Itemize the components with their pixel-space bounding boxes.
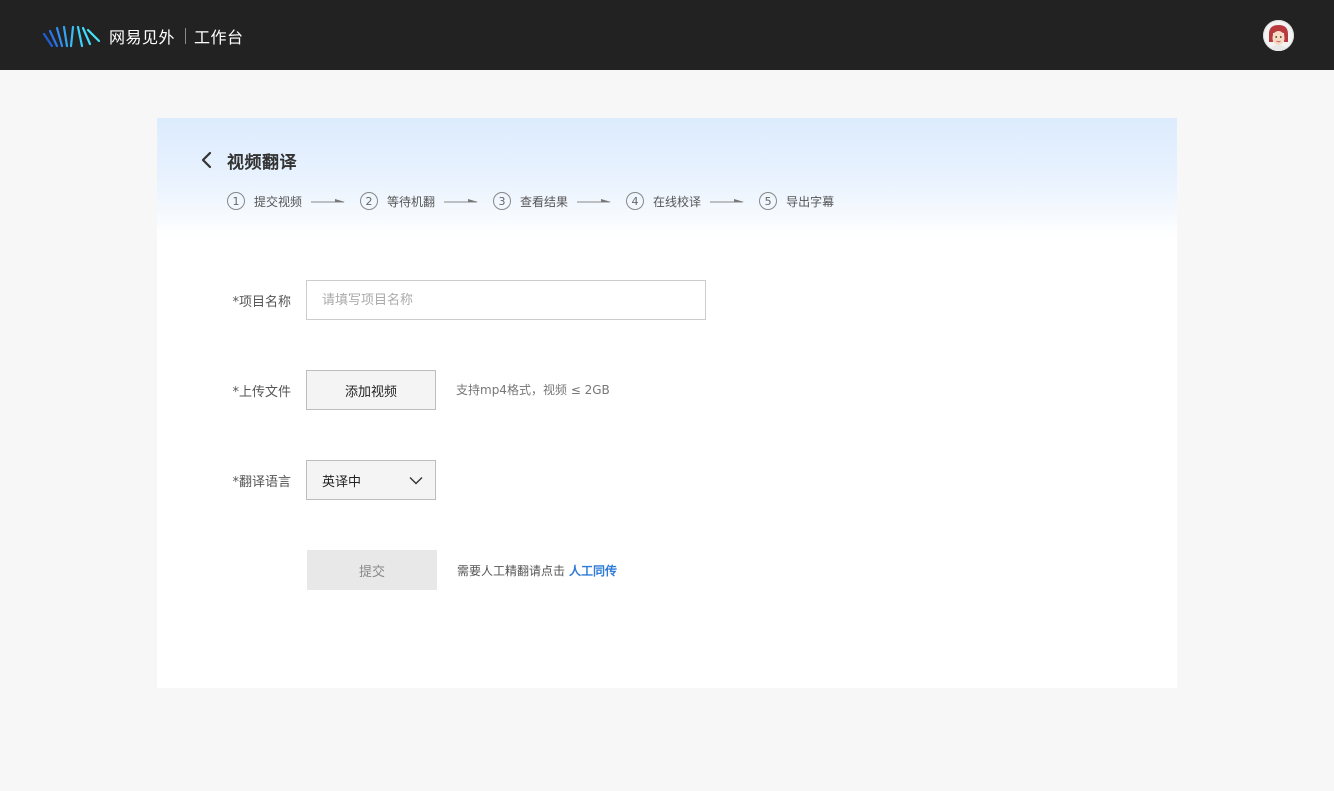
human-translate-hint: 需要人工精翻请点击 人工同传 <box>457 562 617 579</box>
step-number: 2 <box>360 192 379 210</box>
netease-jianwai-logo-icon <box>42 25 101 48</box>
back-button[interactable] <box>197 149 215 171</box>
arrow-right-icon <box>710 199 745 203</box>
translate-language-label: *翻译语言 <box>232 475 291 490</box>
chevron-left-icon <box>201 151 212 169</box>
project-name-input[interactable] <box>306 280 706 320</box>
human-translate-hint-text: 需要人工精翻请点击 <box>457 564 566 578</box>
step-number: 1 <box>227 192 245 210</box>
add-video-button[interactable]: 添加视频 <box>306 370 436 410</box>
project-name-label: *项目名称 <box>232 295 291 310</box>
upload-file-label: *上传文件 <box>232 385 291 400</box>
user-avatar[interactable] <box>1263 20 1294 51</box>
workspace-label: 工作台 <box>194 28 244 47</box>
step-label: 在线校译 <box>653 194 702 209</box>
upload-hint: 支持mp4格式，视频 ≤ 2GB <box>456 383 610 397</box>
step-online-proofread: 4 在线校译 <box>626 192 701 210</box>
arrow-right-icon <box>577 199 612 203</box>
video-translate-card: 视频翻译 1 提交视频 2 等待机翻 3 查看结果 4 在线校译 5 导出字幕 … <box>157 118 1177 688</box>
step-wait-machine: 2 等待机翻 <box>360 192 435 210</box>
step-number: 3 <box>493 192 512 210</box>
progress-steps: 1 提交视频 2 等待机翻 3 查看结果 4 在线校译 5 导出字幕 <box>227 191 834 211</box>
step-label: 查看结果 <box>520 194 569 209</box>
step-label: 导出字幕 <box>786 194 835 209</box>
human-interpretation-link[interactable]: 人工同传 <box>569 562 617 579</box>
step-label: 提交视频 <box>254 194 303 209</box>
submit-button[interactable]: 提交 <box>307 550 437 590</box>
step-number: 4 <box>626 192 645 210</box>
page-title: 视频翻译 <box>227 153 297 173</box>
top-bar: 网易见外 工作台 <box>0 0 1334 70</box>
arrow-right-icon <box>444 199 479 203</box>
user-avatar-icon <box>1263 20 1294 51</box>
language-selected-value: 英译中 <box>322 474 362 490</box>
arrow-right-icon <box>311 199 346 203</box>
step-submit-video: 1 提交视频 <box>227 192 302 210</box>
brand-name: 网易见外 <box>109 28 176 47</box>
brand[interactable]: 网易见外 工作台 <box>42 22 244 50</box>
step-export-subtitles: 5 导出字幕 <box>759 192 834 210</box>
chevron-down-icon <box>409 476 423 484</box>
card-header <box>157 118 1177 238</box>
step-view-result: 3 查看结果 <box>493 192 568 210</box>
step-label: 等待机翻 <box>387 194 436 209</box>
brand-divider <box>185 28 187 44</box>
step-number: 5 <box>759 192 778 210</box>
translate-language-select[interactable]: 英译中 <box>306 460 436 500</box>
